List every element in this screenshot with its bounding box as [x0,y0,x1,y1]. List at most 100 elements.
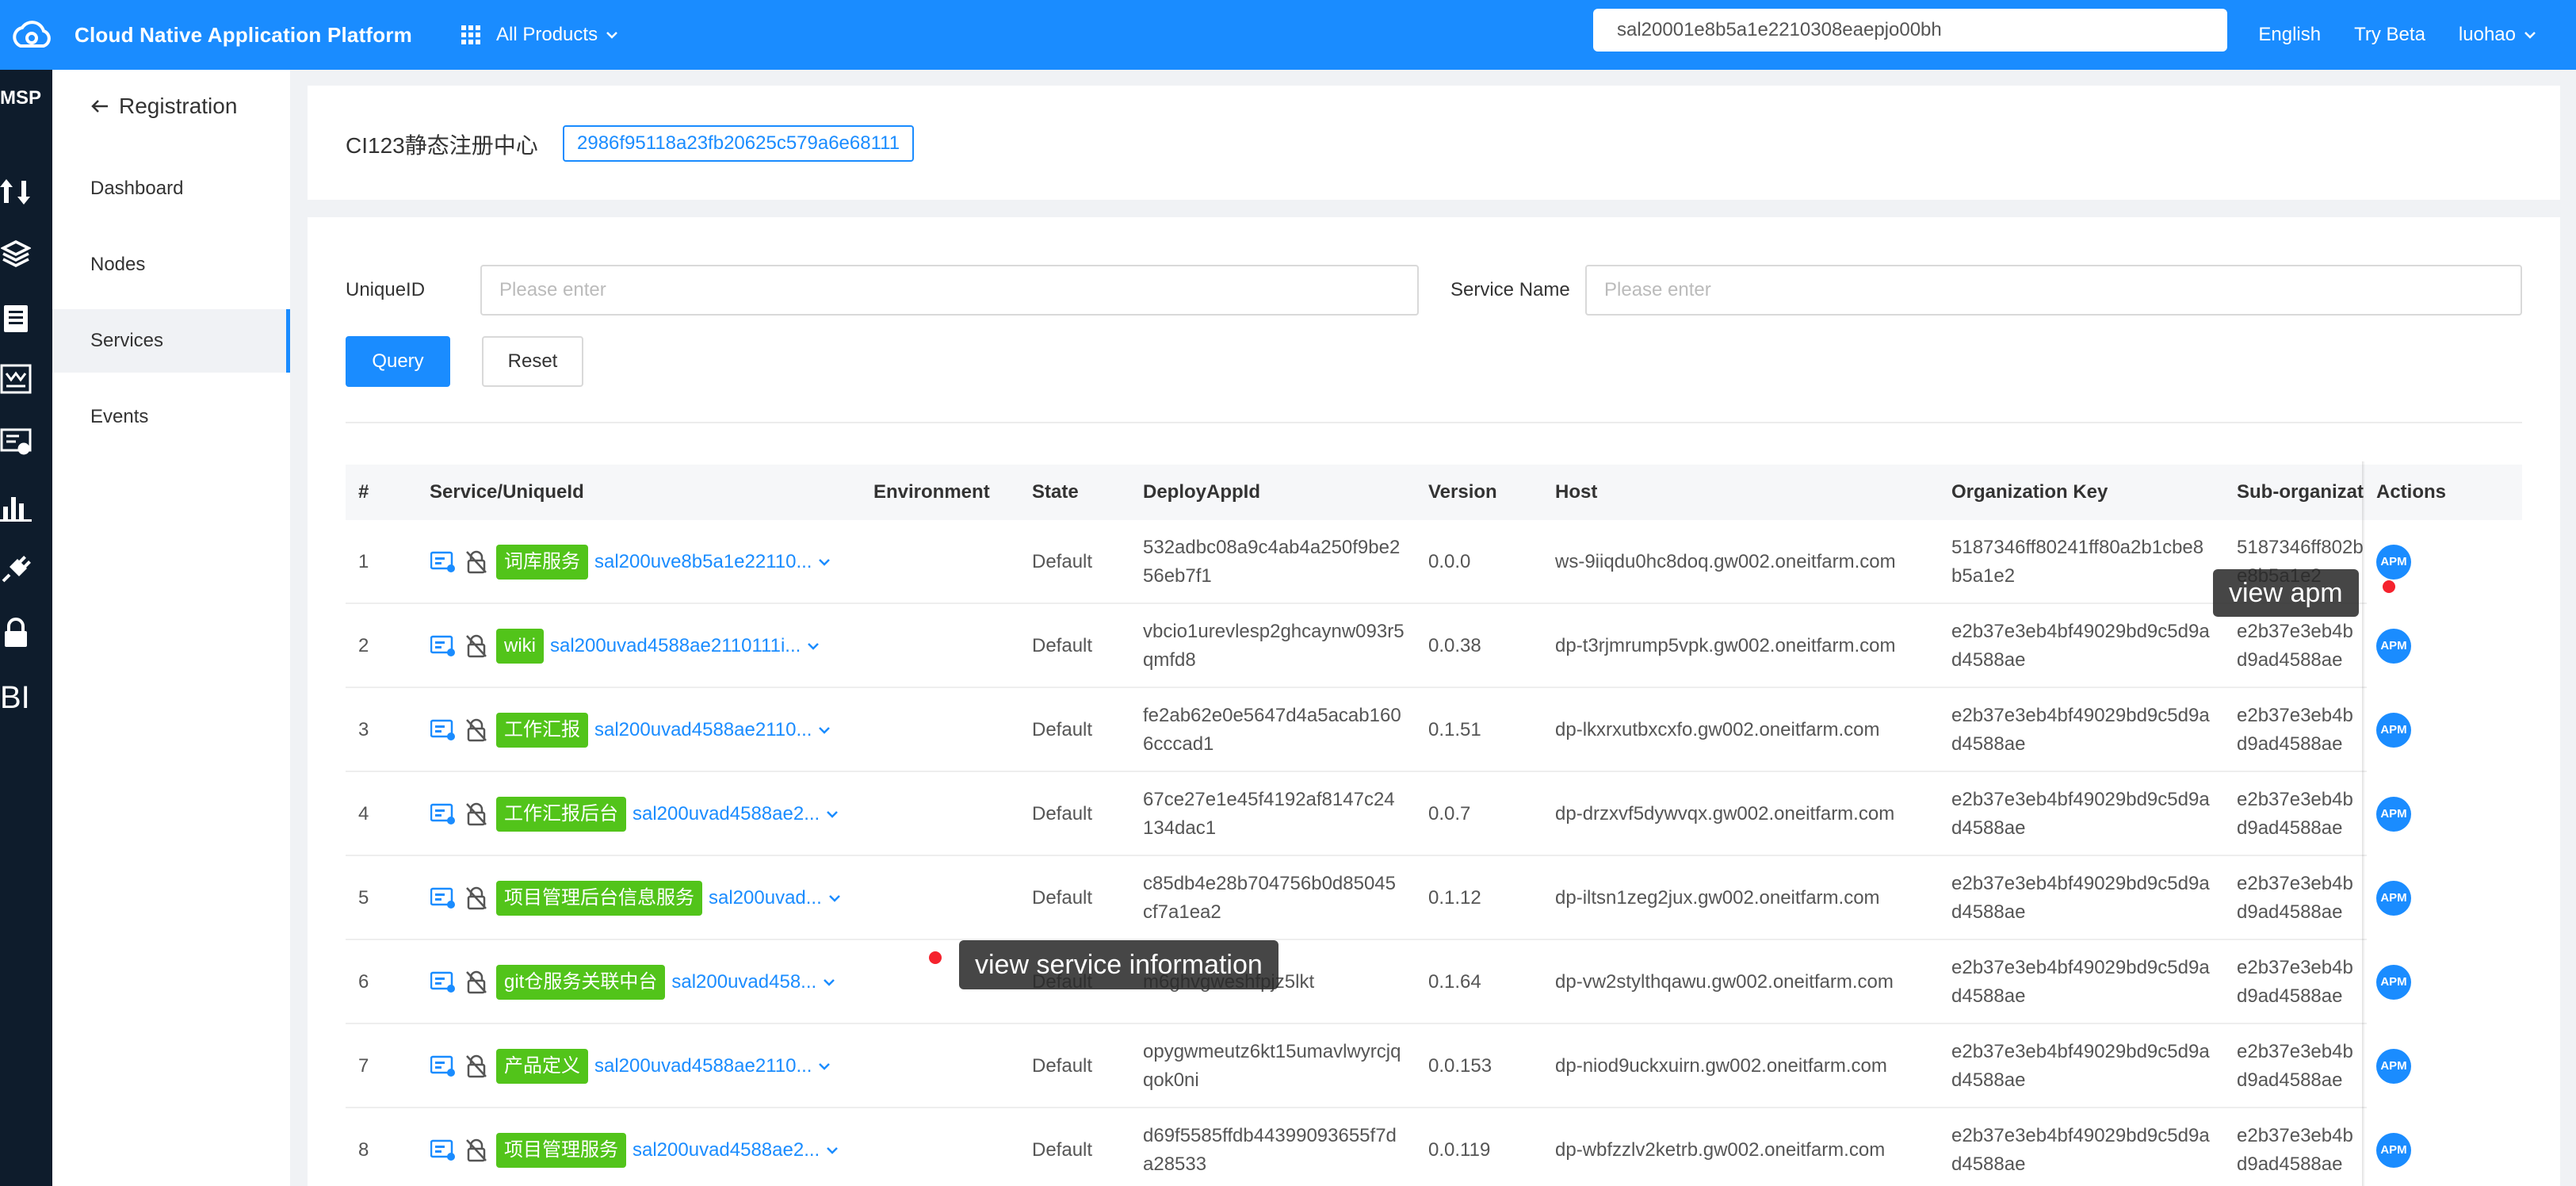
row-index: 5 [358,887,369,909]
service-unique-id-link[interactable]: sal200uvad4588ae2110... [594,716,812,744]
subnav-item-label: Events [90,406,149,427]
lock-disabled-icon[interactable] [463,801,490,828]
layers-icon[interactable] [0,236,32,271]
unique-id-input[interactable] [480,265,1419,316]
user-menu[interactable]: luohao [2459,24,2536,46]
subnav-item-dashboard[interactable]: Dashboard [52,157,290,220]
language-switch[interactable]: English [2258,24,2321,46]
col-header-environment: Environment [873,481,990,503]
row-index: 2 [358,635,369,656]
chevron-down-icon[interactable] [826,1146,839,1154]
org-key-cell: e2b37e3eb4bf49029bd9c5d9ad4588ae [1951,789,2210,839]
lock-disabled-icon[interactable] [463,1053,490,1080]
host-cell: dp-iltsn1zeg2jux.gw002.oneitfarm.com [1555,887,1880,909]
service-name-tag: wiki [496,629,544,664]
service-name-input[interactable] [1585,265,2522,316]
left-rail: MSP BI [0,70,52,1186]
service-info-icon[interactable] [430,801,457,828]
service-info-icon[interactable] [430,1053,457,1080]
certificate-icon[interactable] [0,425,32,460]
chevron-down-icon[interactable] [818,726,831,734]
service-unique-id-link[interactable]: sal200uvad4588ae2110111i... [550,632,801,660]
chevron-down-icon[interactable] [818,1062,831,1070]
subnav-item-services[interactable]: Services [52,309,290,373]
service-info-icon[interactable] [430,1137,457,1164]
service-info-icon[interactable] [430,885,457,912]
lock-disabled-icon[interactable] [463,717,490,744]
query-button[interactable]: Query [346,336,450,387]
cloud-logo-icon[interactable] [6,0,57,70]
dashboard-icon[interactable] [0,362,32,396]
apm-button[interactable]: APM [2376,545,2411,580]
chevron-down-icon[interactable] [807,642,820,650]
apm-button[interactable]: APM [2376,1049,2411,1084]
lock-disabled-icon[interactable] [463,633,490,660]
service-unique-id-link[interactable]: sal200uvad4588ae2110... [594,1052,812,1081]
service-unique-id-link[interactable]: sal200uvad4588ae2... [633,800,820,828]
service-unique-id-link[interactable]: sal200uvad4588ae2... [633,1136,820,1165]
service-info-icon[interactable] [430,549,457,576]
subnav-item-nodes[interactable]: Nodes [52,233,290,296]
apm-button[interactable]: APM [2376,713,2411,748]
sub-org-cell: e2b37e3eb4bd9ad4588ae [2237,1041,2353,1091]
lock-disabled-icon[interactable] [463,885,490,912]
apm-button[interactable]: APM [2376,881,2411,916]
reset-button[interactable]: Reset [482,336,583,387]
host-cell: ws-9iiqdu0hc8doq.gw002.oneitfarm.com [1555,551,1896,572]
service-unique-id-link[interactable]: sal200uvad458... [671,968,816,997]
actions-cell: APM [2367,772,2522,856]
rail-title: MSP [0,87,42,109]
chevron-down-icon[interactable] [818,558,831,566]
table-header: # Service/UniqueId Environment State Dep… [346,465,2522,520]
try-beta-link[interactable]: Try Beta [2354,24,2425,46]
apm-button[interactable]: APM [2376,797,2411,832]
actions-cell: APM [2367,1108,2522,1186]
table-row: 1 词库服务 sal200uve8b5a1e22110... Default 532ad… [346,520,2522,604]
deploy-app-id-cell: 532adbc08a9c4ab4a250f9be256eb7f1 [1143,537,1401,587]
sub-org-cell: e2b37e3eb4bd9ad4588ae [2237,873,2353,923]
chevron-down-icon[interactable] [826,810,839,818]
apm-button[interactable]: APM [2376,629,2411,664]
clipboard-icon[interactable] [0,300,32,335]
col-header-actions: Actions [2376,481,2447,503]
registry-id-badge[interactable]: 2986f95118a23fb20625c579a6e68111 [563,125,915,162]
service-cell: wiki sal200uvad4588ae2110111i... [430,604,858,688]
chevron-down-icon[interactable] [828,894,841,902]
host-cell: dp-drzxvf5dywvqx.gw002.oneitfarm.com [1555,803,1895,824]
service-name-tag: 项目管理后台信息服务 [496,881,702,916]
table-row: 8 项目管理服务 sal200uvad4588ae2... Default d69f55… [346,1108,2522,1186]
lock-disabled-icon[interactable] [463,969,490,996]
apm-button[interactable]: APM [2376,965,2411,1000]
deploy-app-id-cell: vbcio1urevlesp2ghcaynw093r5qmfd8 [1143,621,1405,671]
service-unique-id-link[interactable]: sal200uvad... [709,884,822,912]
all-products-dropdown[interactable]: All Products [496,24,618,46]
row-index: 7 [358,1055,369,1077]
service-info-icon[interactable] [430,633,457,660]
deploy-app-id-cell: c85db4e28b704756b0d85045cf7a1ea2 [1143,873,1396,923]
apm-button[interactable]: APM [2376,1133,2411,1168]
chevron-down-icon[interactable] [823,978,835,986]
state-cell: Default [1032,551,1093,572]
back-link[interactable]: Registration [90,94,237,119]
rail-bi-label[interactable]: BI [0,680,30,716]
sub-org-cell: e2b37e3eb4bd9ad4588ae [2237,1125,2353,1175]
sub-org-cell: e2b37e3eb4bd9ad4588ae [2237,705,2353,755]
bar-chart-icon[interactable] [0,490,32,525]
lock-disabled-icon[interactable] [463,1137,490,1164]
lock-icon[interactable] [0,615,32,650]
back-label: Registration [119,94,238,118]
service-info-icon[interactable] [430,969,457,996]
chevron-down-icon [2524,32,2536,39]
row-index: 6 [358,971,369,993]
actions-cell: APM [2367,856,2522,940]
grid-menu-icon[interactable] [461,25,481,44]
service-unique-id-link[interactable]: sal200uve8b5a1e22110... [594,548,812,576]
plug-icon[interactable] [0,552,32,587]
global-search-input[interactable] [1593,9,2227,52]
service-cell: 工作汇报后台 sal200uvad4588ae2... [430,772,858,856]
subnav-item-events[interactable]: Events [52,385,290,449]
lock-disabled-icon[interactable] [463,549,490,576]
service-info-icon[interactable] [430,717,457,744]
version-cell: 0.1.12 [1428,887,1481,909]
traffic-icon[interactable] [0,174,32,209]
